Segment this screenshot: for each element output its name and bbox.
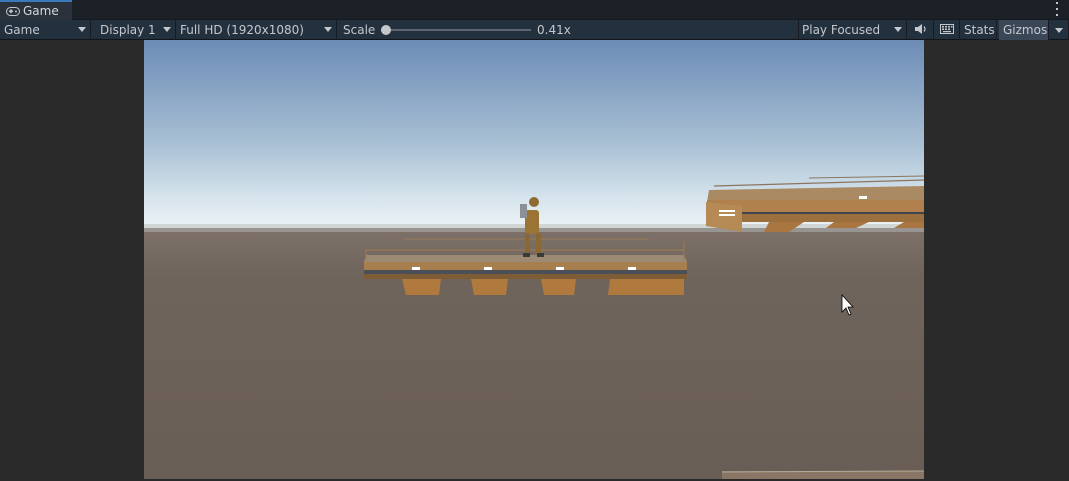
gizmos-button[interactable]: Gizmos [999, 20, 1049, 40]
gamepad-icon [6, 6, 20, 16]
keyboard-icon [940, 23, 954, 37]
play-mode-select-label: Play Focused [802, 23, 881, 37]
chevron-down-icon [1054, 27, 1063, 33]
more-options-icon[interactable] [1055, 2, 1059, 16]
audio-mute-icon [914, 23, 928, 38]
scale-slider-handle[interactable] [381, 25, 391, 35]
display-select[interactable]: Display 1 [96, 20, 176, 40]
scene-render [144, 40, 924, 479]
resolution-select-label: Full HD (1920x1080) [180, 23, 304, 37]
chevron-down-icon [894, 27, 902, 32]
gizmos-label: Gizmos [1003, 23, 1048, 37]
scale-value: 0.41x [537, 23, 571, 37]
scale-slider-track[interactable] [384, 29, 531, 31]
lower-platform-edge [721, 470, 924, 479]
display-select-label: Display 1 [100, 23, 156, 37]
game-viewport[interactable] [144, 40, 924, 479]
play-mode-select[interactable]: Play Focused [798, 20, 907, 40]
tab-game[interactable]: Game [0, 0, 72, 20]
stats-button[interactable]: Stats [960, 20, 997, 40]
scale-label: Scale [343, 23, 376, 37]
view-select-label: Game [4, 23, 40, 37]
chevron-down-icon [324, 27, 332, 32]
chevron-down-icon [163, 27, 171, 32]
tab-bar: Game [0, 0, 1069, 20]
chevron-down-icon [78, 27, 86, 32]
gizmos-dropdown-button[interactable] [1049, 20, 1069, 40]
audio-mute-button[interactable] [909, 20, 934, 40]
view-select[interactable]: Game [0, 20, 91, 40]
resolution-select[interactable]: Full HD (1920x1080) [176, 20, 337, 40]
tab-label: Game [23, 4, 59, 18]
stats-label: Stats [964, 23, 995, 37]
keyboard-button[interactable] [935, 20, 960, 40]
